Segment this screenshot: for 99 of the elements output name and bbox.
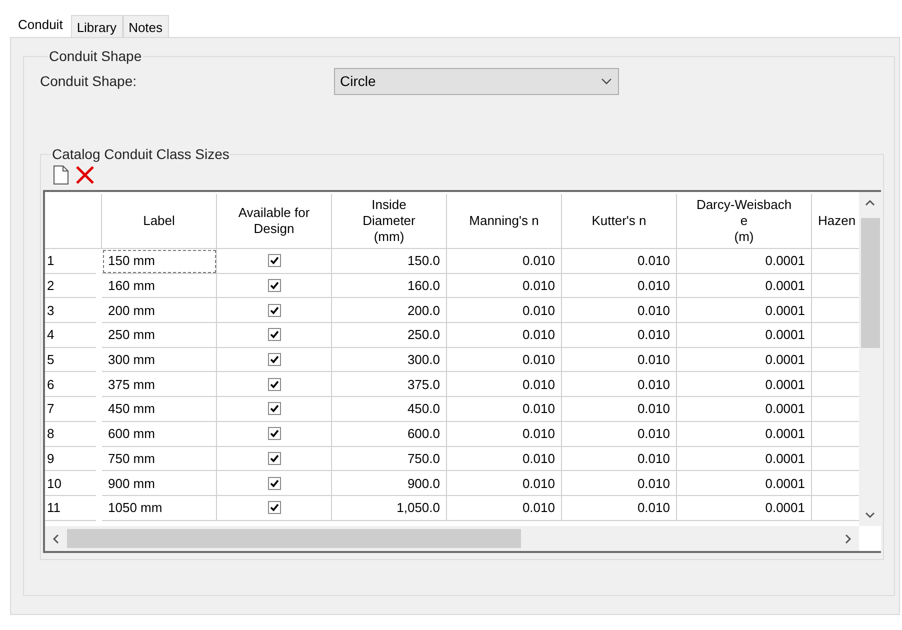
- table-cell: 0.010: [562, 372, 677, 398]
- table-cell: 0.010: [447, 249, 562, 274]
- table-cell: 0.010: [447, 274, 562, 298]
- table-cell: 0.0001: [677, 422, 812, 446]
- table-cell: 0.010: [447, 372, 562, 398]
- table-cell: 0.010: [447, 348, 562, 372]
- column-header: Label: [143, 213, 175, 229]
- row-number: 2: [47, 278, 54, 294]
- table-cell: 160.0: [332, 274, 447, 298]
- checkbox[interactable]: [268, 378, 280, 391]
- table-cell: 0.010: [562, 298, 677, 324]
- table-cell: 1,050.0: [332, 496, 447, 521]
- horizontal-scrollbar[interactable]: [45, 526, 859, 551]
- checkbox[interactable]: [268, 402, 280, 416]
- table-cell[interactable]: 250 mm: [102, 323, 217, 348]
- column-header: Available for Design: [237, 205, 311, 237]
- delete-icon[interactable]: [75, 165, 95, 185]
- table-cell: 0.010: [562, 422, 677, 446]
- column-header: Inside Diameter (mm): [362, 197, 416, 245]
- table-cell: 450.0: [332, 397, 447, 422]
- table-cell: 900.0: [332, 471, 447, 496]
- table-cell: 0.010: [562, 471, 677, 496]
- column-header: Hazen: [818, 213, 856, 229]
- table-cell[interactable]: 375 mm: [102, 372, 217, 398]
- checkbox[interactable]: [268, 254, 280, 268]
- table-cell[interactable]: 450 mm: [102, 397, 217, 422]
- table-cell: 0.010: [562, 397, 677, 422]
- table-cell: 250.0: [332, 323, 447, 348]
- row-number: 5: [47, 352, 54, 368]
- group-title: Catalog Conduit Class Sizes: [51, 146, 230, 162]
- vertical-scrollbar[interactable]: [859, 192, 881, 526]
- table-cell: 0.010: [447, 298, 562, 324]
- table-cell: 0.0001: [677, 496, 812, 521]
- table-cell: 200.0: [332, 298, 447, 324]
- table-cell: 0.010: [447, 496, 562, 521]
- tab[interactable]: Notes: [122, 15, 169, 37]
- scroll-up-icon[interactable]: [865, 198, 875, 208]
- checkbox[interactable]: [268, 328, 280, 342]
- table-cell[interactable]: 300 mm: [102, 348, 217, 372]
- table-cell: 0.010: [562, 323, 677, 348]
- table-cell: 0.0001: [677, 471, 812, 496]
- table-cell: 0.0001: [677, 274, 812, 298]
- table-cell: 0.0001: [677, 348, 812, 372]
- table-cell: 0.010: [562, 496, 677, 521]
- row-number: 9: [47, 450, 54, 466]
- checkbox[interactable]: [268, 353, 280, 366]
- table-cell: 600.0: [332, 422, 447, 446]
- table-cell: 750.0: [332, 446, 447, 472]
- table-cell: 0.0001: [677, 372, 812, 398]
- table-cell: 0.0001: [677, 249, 812, 274]
- row-number: 8: [47, 426, 54, 442]
- table-cell: 0.010: [447, 323, 562, 348]
- table-cell: 0.010: [447, 471, 562, 496]
- table-cell: 0.010: [447, 397, 562, 422]
- row-number: 11: [47, 500, 60, 516]
- row-number: 10: [47, 476, 62, 491]
- row-number: 1: [47, 253, 54, 268]
- table-cell: 0.010: [562, 446, 677, 472]
- table-cell[interactable]: 1050 mm: [102, 496, 217, 521]
- row-number: 6: [47, 376, 54, 392]
- table-cell: 0.010: [447, 446, 562, 472]
- shape-dropdown[interactable]: Circle: [334, 68, 619, 94]
- table-cell: 0.010: [562, 249, 677, 274]
- checkbox[interactable]: [268, 501, 280, 514]
- table-cell[interactable]: 600 mm: [102, 422, 217, 446]
- table-cell: 150.0: [332, 249, 447, 274]
- group-title: Conduit Shape: [48, 48, 143, 64]
- row-number: 3: [47, 302, 54, 318]
- checkbox[interactable]: [268, 427, 280, 440]
- table-cell[interactable]: 900 mm: [102, 471, 217, 496]
- table-cell: 0.010: [447, 422, 562, 446]
- table-cell: 0.0001: [677, 397, 812, 422]
- tab[interactable]: Library: [70, 15, 123, 37]
- scroll-down-icon[interactable]: [865, 510, 875, 520]
- chevron-down-icon: [601, 78, 612, 84]
- row-number: 7: [47, 401, 54, 416]
- row-number: 4: [47, 327, 54, 342]
- column-header: Kutter's n: [592, 213, 646, 229]
- table-cell: 0.0001: [677, 298, 812, 324]
- table-cell: 0.0001: [677, 323, 812, 348]
- table-cell[interactable]: 750 mm: [102, 446, 217, 472]
- table-cell: 300.0: [332, 348, 447, 372]
- checkbox[interactable]: [268, 452, 280, 465]
- table-cell[interactable]: 160 mm: [102, 274, 217, 298]
- checkbox[interactable]: [268, 279, 280, 292]
- scroll-right-icon[interactable]: [843, 534, 853, 544]
- table-cell: 0.010: [562, 348, 677, 372]
- scroll-left-icon[interactable]: [51, 534, 61, 544]
- column-header: Darcy-Weisbach e (m): [696, 197, 792, 245]
- column-header: Manning's n: [469, 213, 539, 229]
- table-cell[interactable]: 150 mm: [102, 249, 217, 274]
- table-cell: 0.010: [562, 274, 677, 298]
- table-cell: 375.0: [332, 372, 447, 398]
- table-cell: 0.0001: [677, 446, 812, 472]
- table-cell[interactable]: 200 mm: [102, 298, 217, 324]
- checkbox[interactable]: [268, 476, 280, 490]
- checkbox[interactable]: [268, 304, 280, 317]
- new-document-icon[interactable]: [53, 165, 69, 185]
- field-label: Conduit Shape:: [40, 73, 138, 89]
